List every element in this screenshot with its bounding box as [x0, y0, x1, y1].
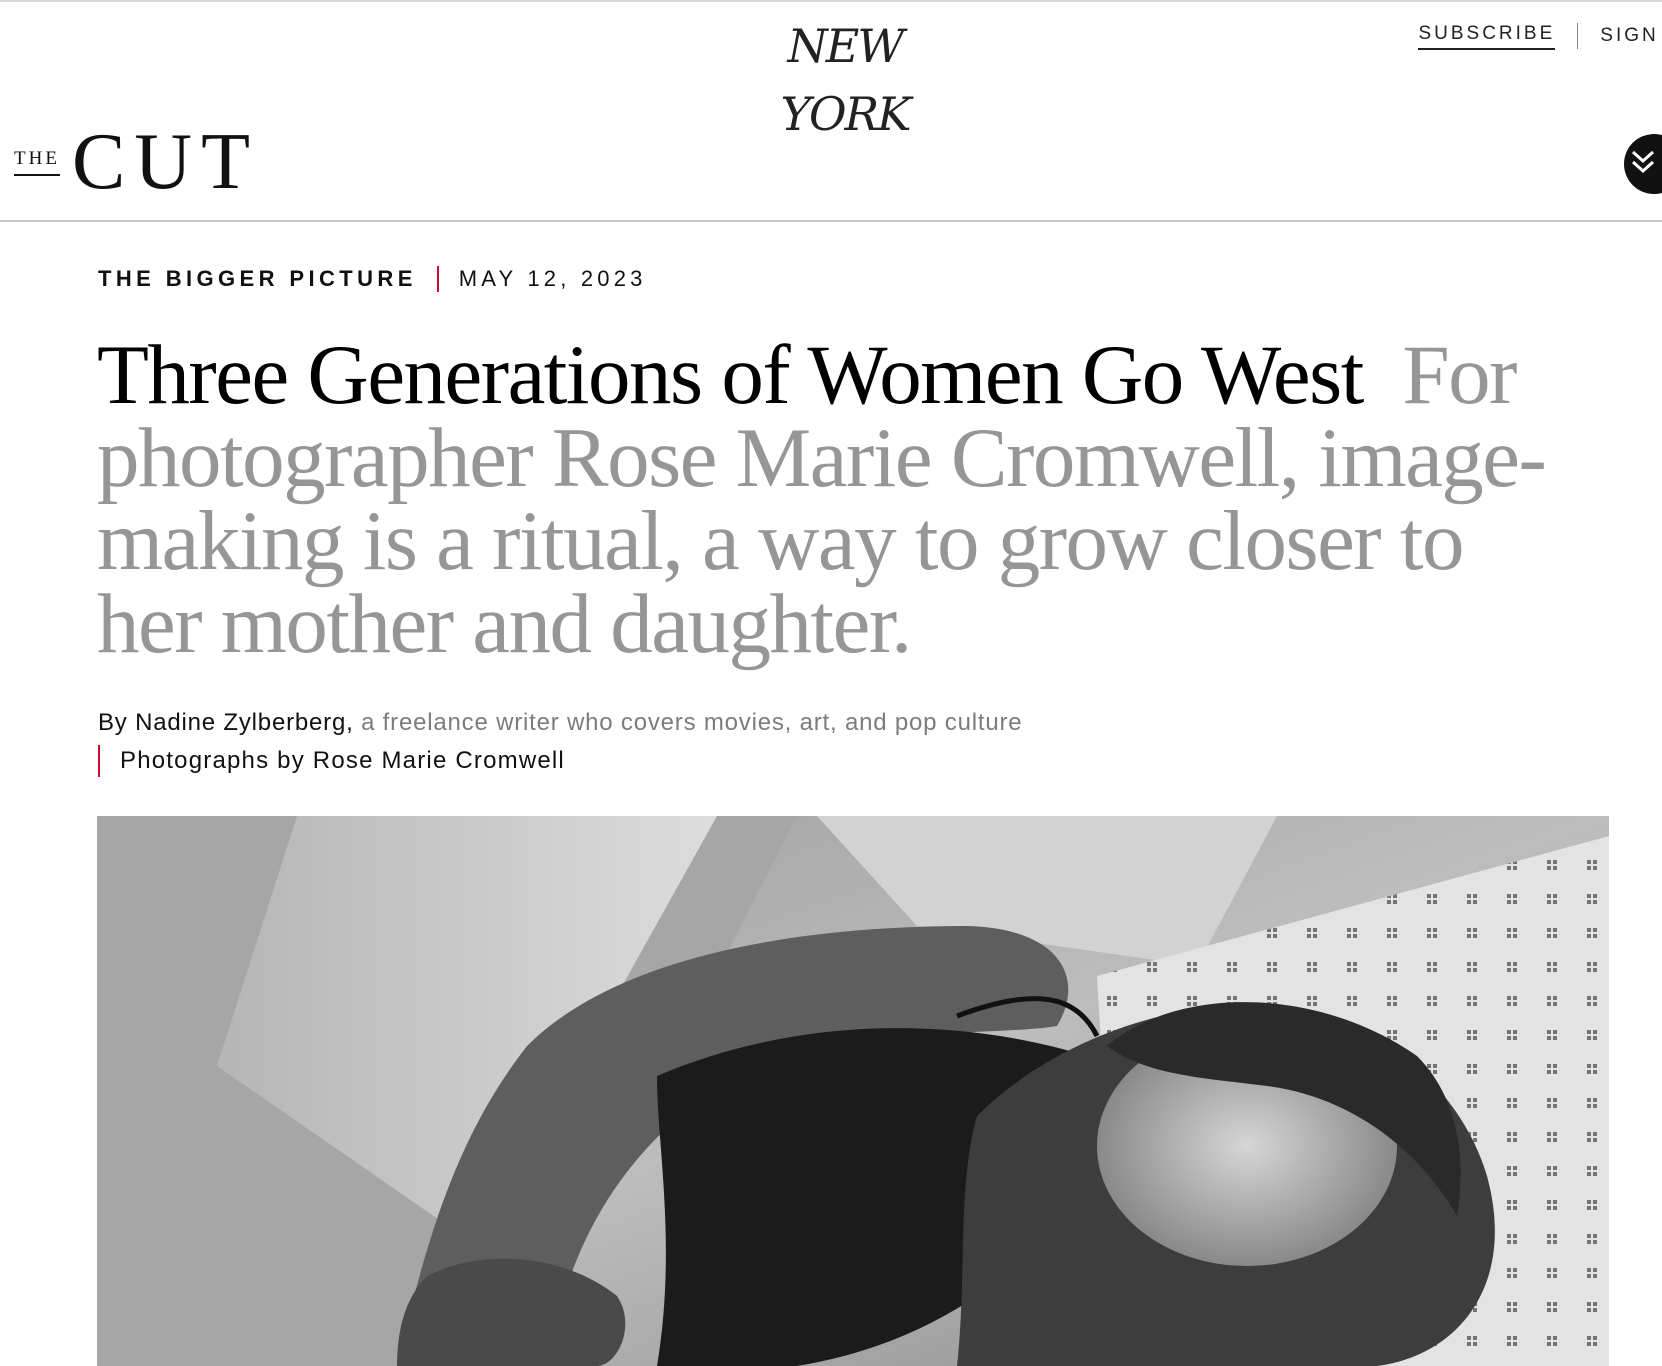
rubric-link[interactable]: THE BIGGER PICTURE	[98, 266, 417, 292]
utility-nav: SUBSCRIBE SIGN IN	[1418, 16, 1662, 56]
header-divider	[0, 220, 1662, 222]
author-description: a freelance writer who covers movies, ar…	[361, 709, 1023, 736]
headline-title: Three Generations of Women Go West	[97, 328, 1364, 422]
menu-button[interactable]	[1624, 134, 1662, 194]
author-link[interactable]: By Nadine Zylberberg,	[98, 709, 354, 736]
article-rubric: THE BIGGER PICTURE MAY 12, 2023	[98, 266, 647, 292]
hero-image	[97, 816, 1609, 1366]
sign-in-link[interactable]: SIGN IN	[1600, 25, 1662, 47]
subscribe-link[interactable]: SUBSCRIBE	[1418, 23, 1556, 50]
logo-the: THE	[14, 148, 60, 176]
rubric-divider	[436, 266, 439, 292]
utility-divider	[1577, 23, 1579, 49]
top-border	[0, 0, 1662, 2]
publish-date: MAY 12, 2023	[458, 266, 647, 291]
new-york-logo[interactable]: NEW YORK	[720, 12, 970, 141]
byline: By Nadine Zylberberg, a freelance writer…	[98, 706, 1022, 740]
double-chevron-down-icon	[1631, 148, 1655, 181]
photo-credit: Photographs by Rose Marie Cromwell	[98, 744, 565, 778]
photo-credit-text: Photographs by Rose Marie Cromwell	[120, 747, 565, 774]
the-cut-logo[interactable]: THE CUT	[14, 118, 259, 206]
logo-cut: CUT	[71, 118, 259, 206]
credit-divider	[98, 745, 100, 777]
headline: Three Generations of Women Go West For p…	[97, 333, 1577, 667]
